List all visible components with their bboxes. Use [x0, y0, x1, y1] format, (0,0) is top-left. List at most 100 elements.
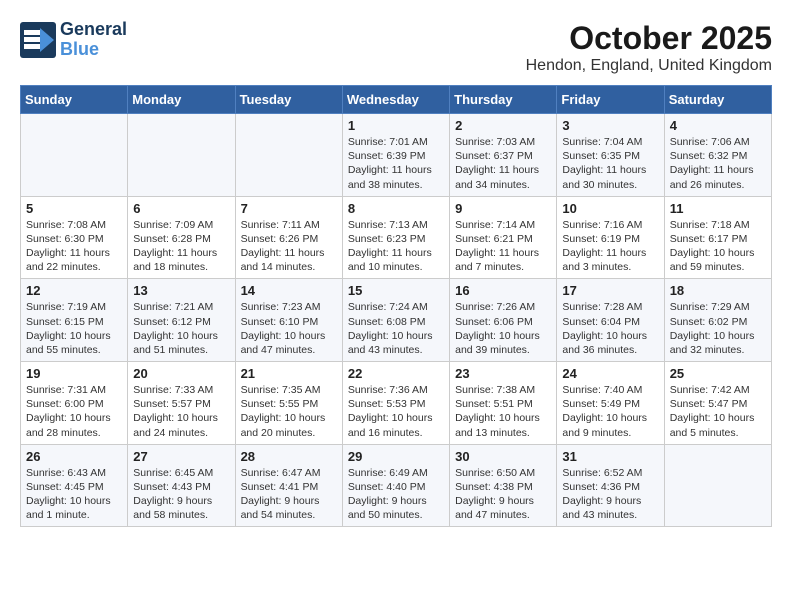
day-number: 16 — [455, 283, 551, 298]
calendar-week-row: 1 Sunrise: 7:01 AM Sunset: 6:39 PM Daylig… — [21, 114, 772, 197]
day-number: 26 — [26, 449, 122, 464]
day-number: 2 — [455, 118, 551, 133]
day-number: 28 — [241, 449, 337, 464]
day-number: 23 — [455, 366, 551, 381]
page-header: General Blue October 2025 Hendon, Englan… — [20, 20, 772, 75]
day-info: Sunrise: 7:29 AM Sunset: 6:02 PM Dayligh… — [670, 300, 766, 357]
calendar-cell: 17 Sunrise: 7:28 AM Sunset: 6:04 PM Dayli… — [557, 279, 664, 362]
weekday-header-row: SundayMondayTuesdayWednesdayThursdayFrid… — [21, 86, 772, 114]
day-info: Sunrise: 7:31 AM Sunset: 6:00 PM Dayligh… — [26, 383, 122, 440]
calendar-cell: 29 Sunrise: 6:49 AM Sunset: 4:40 PM Dayli… — [342, 444, 449, 527]
day-number: 11 — [670, 201, 766, 216]
day-info: Sunrise: 7:23 AM Sunset: 6:10 PM Dayligh… — [241, 300, 337, 357]
calendar-cell: 18 Sunrise: 7:29 AM Sunset: 6:02 PM Dayli… — [664, 279, 771, 362]
calendar-cell: 31Sunrise: 6:52 AM Sunset: 4:36 PM Dayli… — [557, 444, 664, 527]
calendar-week-row: 12 Sunrise: 7:19 AM Sunset: 6:15 PM Dayli… — [21, 279, 772, 362]
day-number: 5 — [26, 201, 122, 216]
day-number: 24 — [562, 366, 658, 381]
day-number: 7 — [241, 201, 337, 216]
calendar-cell: 13 Sunrise: 7:21 AM Sunset: 6:12 PM Dayli… — [128, 279, 235, 362]
title-block: October 2025 Hendon, England, United Kin… — [526, 20, 772, 75]
weekday-header: Sunday — [21, 86, 128, 114]
calendar-cell: 27Sunrise: 6:45 AM Sunset: 4:43 PM Dayli… — [128, 444, 235, 527]
day-number: 3 — [562, 118, 658, 133]
calendar-cell: 15 Sunrise: 7:24 AM Sunset: 6:08 PM Dayli… — [342, 279, 449, 362]
calendar-cell: 6Sunrise: 7:09 AM Sunset: 6:28 PM Daylig… — [128, 196, 235, 279]
day-info: Sunrise: 7:19 AM Sunset: 6:15 PM Dayligh… — [26, 300, 122, 357]
calendar-cell: 20Sunrise: 7:33 AM Sunset: 5:57 PM Dayli… — [128, 362, 235, 445]
weekday-header: Tuesday — [235, 86, 342, 114]
calendar-cell: 5 Sunrise: 7:08 AM Sunset: 6:30 PM Daylig… — [21, 196, 128, 279]
logo-general: General — [60, 20, 127, 40]
logo: General Blue — [20, 20, 127, 60]
day-number: 17 — [562, 283, 658, 298]
calendar-cell: 22 Sunrise: 7:36 AM Sunset: 5:53 PM Dayli… — [342, 362, 449, 445]
calendar-cell: 25Sunrise: 7:42 AM Sunset: 5:47 PM Dayli… — [664, 362, 771, 445]
calendar-table: SundayMondayTuesdayWednesdayThursdayFrid… — [20, 85, 772, 527]
logo-blue: Blue — [60, 40, 127, 60]
day-info: Sunrise: 6:49 AM Sunset: 4:40 PM Dayligh… — [348, 466, 444, 523]
day-number: 4 — [670, 118, 766, 133]
calendar-cell: 3Sunrise: 7:04 AM Sunset: 6:35 PM Daylig… — [557, 114, 664, 197]
calendar-cell: 4 Sunrise: 7:06 AM Sunset: 6:32 PM Daylig… — [664, 114, 771, 197]
day-number: 1 — [348, 118, 444, 133]
day-info: Sunrise: 7:36 AM Sunset: 5:53 PM Dayligh… — [348, 383, 444, 440]
day-number: 18 — [670, 283, 766, 298]
calendar-week-row: 26 Sunrise: 6:43 AM Sunset: 4:45 PM Dayli… — [21, 444, 772, 527]
calendar-cell: 28Sunrise: 6:47 AM Sunset: 4:41 PM Dayli… — [235, 444, 342, 527]
calendar-cell — [235, 114, 342, 197]
calendar-cell: 24 Sunrise: 7:40 AM Sunset: 5:49 PM Dayli… — [557, 362, 664, 445]
calendar-cell — [21, 114, 128, 197]
day-info: Sunrise: 7:38 AM Sunset: 5:51 PM Dayligh… — [455, 383, 551, 440]
day-info: Sunrise: 7:18 AM Sunset: 6:17 PM Dayligh… — [670, 218, 766, 275]
calendar-cell: 26 Sunrise: 6:43 AM Sunset: 4:45 PM Dayli… — [21, 444, 128, 527]
day-info: Sunrise: 7:28 AM Sunset: 6:04 PM Dayligh… — [562, 300, 658, 357]
day-info: Sunrise: 7:24 AM Sunset: 6:08 PM Dayligh… — [348, 300, 444, 357]
weekday-header: Friday — [557, 86, 664, 114]
calendar-week-row: 5 Sunrise: 7:08 AM Sunset: 6:30 PM Daylig… — [21, 196, 772, 279]
logo-icon — [20, 22, 56, 58]
calendar-cell: 7 Sunrise: 7:11 AM Sunset: 6:26 PM Daylig… — [235, 196, 342, 279]
day-number: 22 — [348, 366, 444, 381]
day-number: 13 — [133, 283, 229, 298]
day-number: 12 — [26, 283, 122, 298]
calendar-cell: 11 Sunrise: 7:18 AM Sunset: 6:17 PM Dayli… — [664, 196, 771, 279]
day-info: Sunrise: 7:21 AM Sunset: 6:12 PM Dayligh… — [133, 300, 229, 357]
day-info: Sunrise: 7:01 AM Sunset: 6:39 PM Dayligh… — [348, 135, 444, 192]
weekday-header: Monday — [128, 86, 235, 114]
day-number: 14 — [241, 283, 337, 298]
day-number: 21 — [241, 366, 337, 381]
day-number: 15 — [348, 283, 444, 298]
calendar-cell: 23 Sunrise: 7:38 AM Sunset: 5:51 PM Dayli… — [450, 362, 557, 445]
calendar-cell: 1 Sunrise: 7:01 AM Sunset: 6:39 PM Daylig… — [342, 114, 449, 197]
calendar-cell — [128, 114, 235, 197]
calendar-cell: 21Sunrise: 7:35 AM Sunset: 5:55 PM Dayli… — [235, 362, 342, 445]
day-info: Sunrise: 7:13 AM Sunset: 6:23 PM Dayligh… — [348, 218, 444, 275]
day-info: Sunrise: 7:06 AM Sunset: 6:32 PM Dayligh… — [670, 135, 766, 192]
calendar-week-row: 19 Sunrise: 7:31 AM Sunset: 6:00 PM Dayli… — [21, 362, 772, 445]
day-number: 10 — [562, 201, 658, 216]
day-number: 25 — [670, 366, 766, 381]
day-info: Sunrise: 6:52 AM Sunset: 4:36 PM Dayligh… — [562, 466, 658, 523]
calendar-cell: 2 Sunrise: 7:03 AM Sunset: 6:37 PM Daylig… — [450, 114, 557, 197]
calendar-cell: 8Sunrise: 7:13 AM Sunset: 6:23 PM Daylig… — [342, 196, 449, 279]
calendar-cell: 30Sunrise: 6:50 AM Sunset: 4:38 PM Dayli… — [450, 444, 557, 527]
day-info: Sunrise: 7:26 AM Sunset: 6:06 PM Dayligh… — [455, 300, 551, 357]
day-info: Sunrise: 6:43 AM Sunset: 4:45 PM Dayligh… — [26, 466, 122, 523]
day-info: Sunrise: 7:14 AM Sunset: 6:21 PM Dayligh… — [455, 218, 551, 275]
calendar-cell: 16 Sunrise: 7:26 AM Sunset: 6:06 PM Dayli… — [450, 279, 557, 362]
day-info: Sunrise: 6:50 AM Sunset: 4:38 PM Dayligh… — [455, 466, 551, 523]
day-info: Sunrise: 7:33 AM Sunset: 5:57 PM Dayligh… — [133, 383, 229, 440]
day-info: Sunrise: 7:03 AM Sunset: 6:37 PM Dayligh… — [455, 135, 551, 192]
day-number: 29 — [348, 449, 444, 464]
day-number: 19 — [26, 366, 122, 381]
month-title: October 2025 — [526, 20, 772, 57]
day-info: Sunrise: 7:16 AM Sunset: 6:19 PM Dayligh… — [562, 218, 658, 275]
calendar-cell: 19 Sunrise: 7:31 AM Sunset: 6:00 PM Dayli… — [21, 362, 128, 445]
day-info: Sunrise: 7:09 AM Sunset: 6:28 PM Dayligh… — [133, 218, 229, 275]
calendar-cell: 9Sunrise: 7:14 AM Sunset: 6:21 PM Daylig… — [450, 196, 557, 279]
day-info: Sunrise: 7:40 AM Sunset: 5:49 PM Dayligh… — [562, 383, 658, 440]
day-info: Sunrise: 7:08 AM Sunset: 6:30 PM Dayligh… — [26, 218, 122, 275]
calendar-cell: 12 Sunrise: 7:19 AM Sunset: 6:15 PM Dayli… — [21, 279, 128, 362]
day-info: Sunrise: 7:11 AM Sunset: 6:26 PM Dayligh… — [241, 218, 337, 275]
